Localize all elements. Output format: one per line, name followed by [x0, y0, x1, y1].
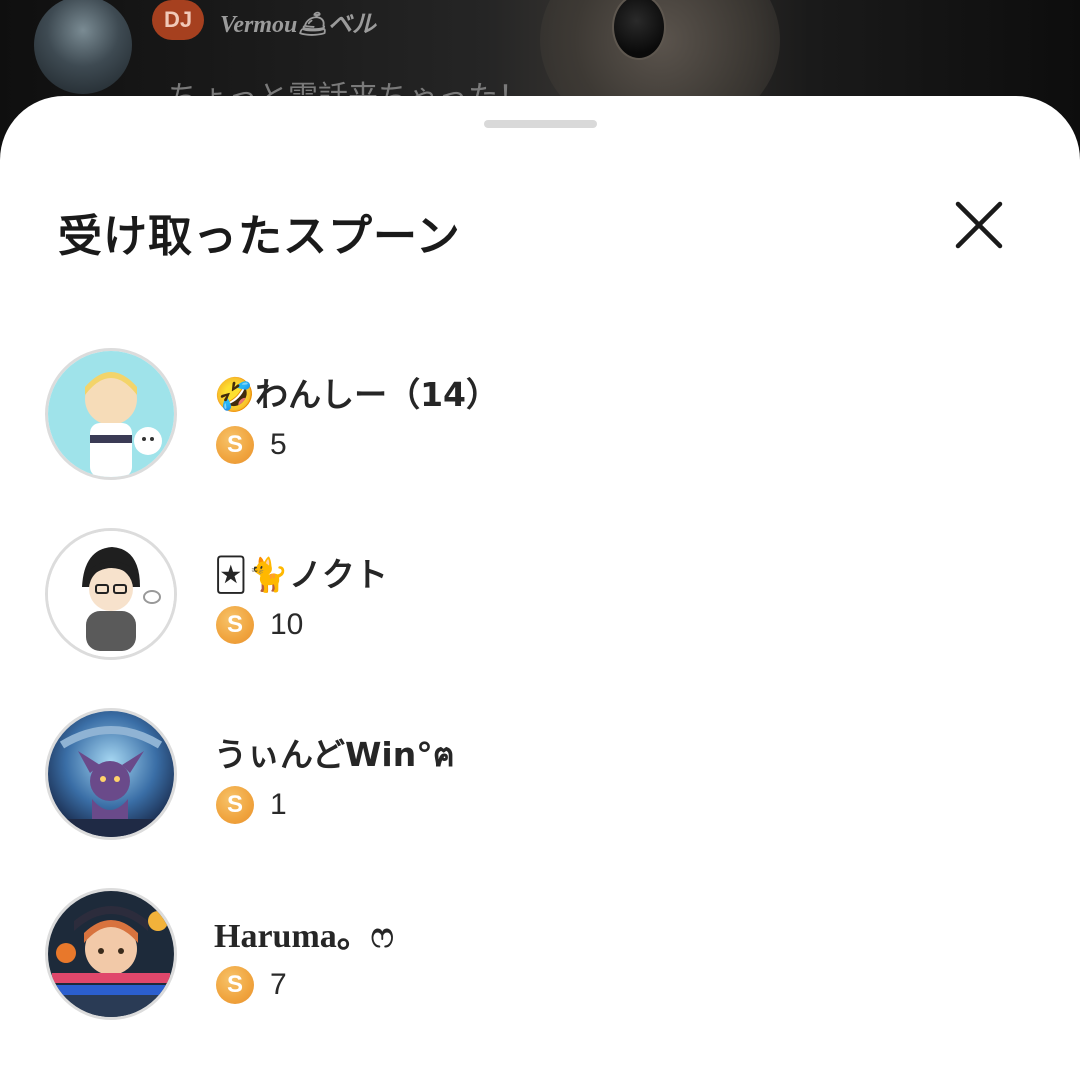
- dj-avatar: [34, 0, 132, 94]
- user-name: Haruma。ෆ: [214, 918, 394, 955]
- list-item[interactable]: 🃏🐈ノクト S 10: [0, 526, 1080, 706]
- close-button[interactable]: [946, 192, 1012, 258]
- dj-badge: DJ: [152, 0, 204, 40]
- user-name: 🤣わんしー（14）: [214, 375, 500, 414]
- close-icon: [955, 201, 1003, 249]
- avatar[interactable]: [45, 888, 177, 1020]
- avatar[interactable]: [45, 348, 177, 480]
- spoon-icon: S: [216, 606, 254, 644]
- sheet-title: 受け取ったスプーン: [58, 211, 461, 262]
- spoon-icon: S: [216, 966, 254, 1004]
- list-item[interactable]: 🤣わんしー（14） S 5: [0, 346, 1080, 526]
- spoon-count: 7: [270, 968, 287, 1001]
- spoon-count: 5: [270, 428, 287, 461]
- avatar[interactable]: [45, 708, 177, 840]
- user-name: うぃんどWin°ฅ: [214, 735, 455, 774]
- avatar[interactable]: [45, 528, 177, 660]
- spoon-sender-list: 🤣わんしー（14） S 5 🃏🐈ノクト S 10 うぃんどWin°ฅ S 1 H…: [0, 346, 1080, 1066]
- sheet-drag-handle[interactable]: [484, 120, 597, 128]
- dj-name: Vermou🛎ベル: [220, 12, 376, 38]
- user-name: 🃏🐈ノクト: [214, 555, 388, 594]
- received-spoons-sheet: 受け取ったスプーン 🤣わんしー（14） S 5 🃏🐈ノクト S 10 うぃんどW…: [0, 96, 1080, 1080]
- list-item[interactable]: Haruma。ෆ S 7: [0, 886, 1080, 1066]
- list-item[interactable]: うぃんどWin°ฅ S 1: [0, 706, 1080, 886]
- spoon-count: 1: [270, 788, 287, 821]
- spoon-count: 10: [270, 608, 304, 641]
- spoon-icon: S: [216, 426, 254, 464]
- spoon-icon: S: [216, 786, 254, 824]
- screen: DJ Vermou🛎ベル ちょっと電話来ちゃった！ 受け取ったスプーン: [0, 0, 1080, 1080]
